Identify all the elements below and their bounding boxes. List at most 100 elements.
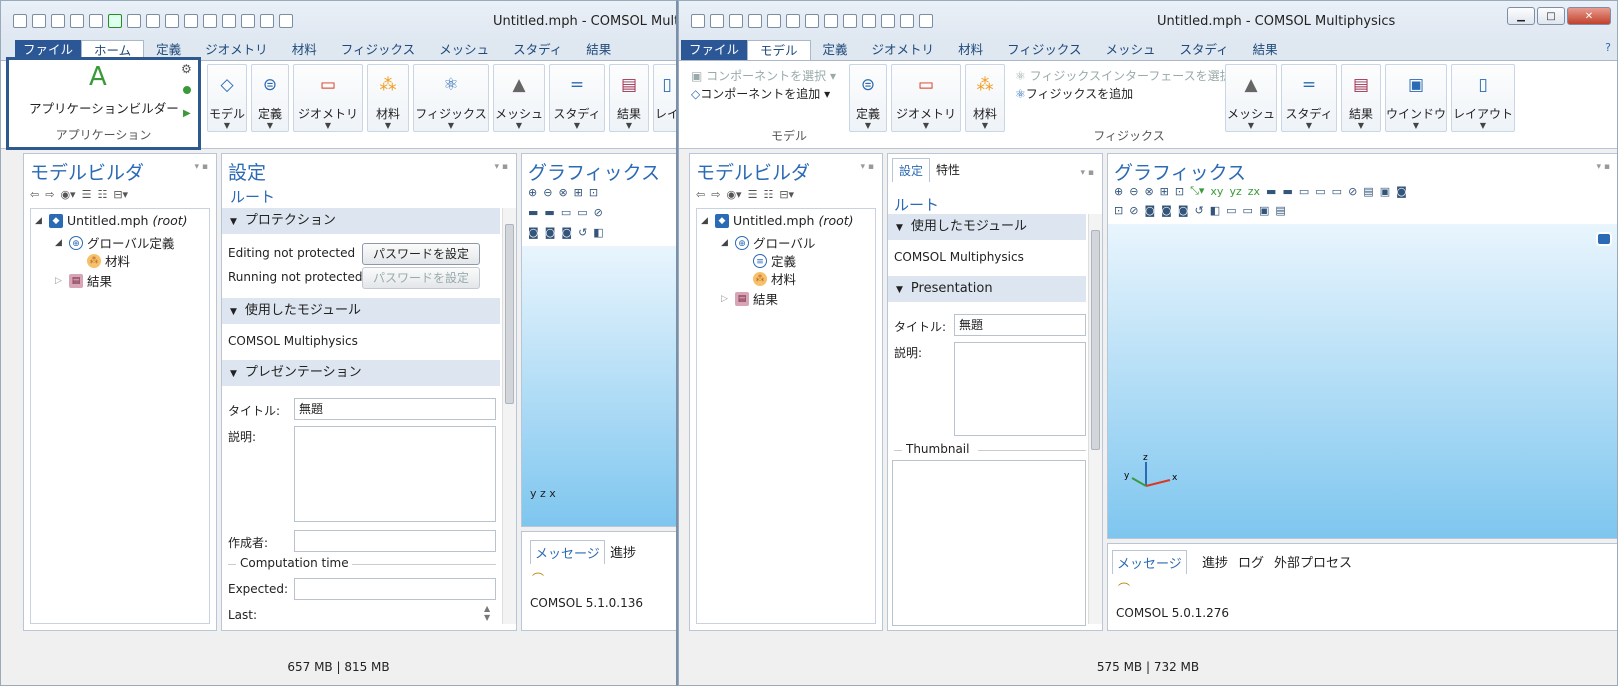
view-icon[interactable]: ▭ xyxy=(1226,204,1236,217)
paste-icon[interactable] xyxy=(843,14,857,28)
tab-file[interactable]: ファイル xyxy=(681,40,748,60)
pin-icon[interactable]: ▾ ▪ xyxy=(1597,162,1610,172)
tab-study[interactable]: スタディ xyxy=(501,40,574,60)
zoom-out-icon[interactable]: ⊖ xyxy=(1129,185,1138,198)
redo-icon[interactable] xyxy=(805,14,819,28)
tab-messages[interactable]: メッセージ xyxy=(1112,550,1187,574)
tab-settings[interactable]: 設定 xyxy=(892,158,931,182)
view-icon[interactable]: ▭ xyxy=(1299,185,1309,198)
tab-geometry[interactable]: ジオメトリ xyxy=(193,40,280,60)
paste-icon[interactable] xyxy=(184,14,198,28)
expand-icon[interactable]: ☷ xyxy=(97,188,107,201)
forward-icon[interactable]: ⇨ xyxy=(45,188,54,201)
view-toggle-icon[interactable]: ◧ xyxy=(593,226,603,239)
materials-button[interactable]: ⁂ 材料 ▼ xyxy=(367,64,409,132)
mesh-button[interactable]: ▲ メッシュ ▼ xyxy=(493,64,545,132)
print-icon[interactable]: ▤ xyxy=(1363,185,1373,198)
tab-results[interactable]: 結果 xyxy=(574,40,623,60)
open-folder-icon[interactable] xyxy=(51,14,65,28)
tab-properties[interactable]: 特性 xyxy=(936,161,960,178)
hide-icon[interactable]: ⊘ xyxy=(1348,185,1357,198)
view-icon[interactable]: ▬ xyxy=(528,206,538,219)
view-icon[interactable]: ▭ xyxy=(1332,185,1342,198)
materials-button[interactable]: ⁂ 材料 ▼ xyxy=(965,64,1005,132)
tab-progress[interactable]: 進捗 xyxy=(1202,552,1228,571)
scrollbar-thumb[interactable] xyxy=(1091,230,1100,450)
save-as-icon[interactable] xyxy=(767,14,781,28)
expand-icon[interactable]: ☷ xyxy=(763,188,773,201)
run-icon[interactable] xyxy=(108,14,122,28)
tab-messages[interactable]: メッセージ xyxy=(530,540,605,564)
back-icon[interactable]: ⇦ xyxy=(30,188,39,201)
pin-icon[interactable]: ▾ ▪ xyxy=(195,162,208,172)
hide-icon[interactable]: ⊘ xyxy=(1129,204,1138,217)
geometry-button[interactable]: ▭ ジオメトリ ▼ xyxy=(293,64,363,132)
print-icon[interactable]: ▤ xyxy=(1275,204,1285,217)
pin-icon[interactable]: ▾ ▪ xyxy=(861,162,874,172)
tree-materials[interactable]: ⁂ 材料 xyxy=(87,251,130,270)
collapse-icon[interactable]: ☰ xyxy=(82,188,92,201)
clear-icon[interactable] xyxy=(919,14,933,28)
view-indicator-icon[interactable] xyxy=(1596,232,1612,246)
zoom-out-icon[interactable]: ⊖ xyxy=(543,186,552,199)
scene-icon[interactable]: ◙ xyxy=(561,226,572,239)
tree-root[interactable]: ◢ ◆ Untitled.mph (root) xyxy=(35,213,188,228)
add-component-button[interactable]: ◇コンポーネントを追加 ▾ xyxy=(691,85,830,102)
tab-external-processes[interactable]: 外部プロセス xyxy=(1274,552,1352,571)
zoom-box-icon[interactable]: ⊗ xyxy=(1144,185,1153,198)
settings-scrollbar[interactable] xyxy=(502,208,516,624)
view-icon[interactable]: ▭ xyxy=(561,206,571,219)
undo-icon[interactable] xyxy=(127,14,141,28)
select-icon[interactable] xyxy=(241,14,255,28)
tab-materials[interactable]: 材料 xyxy=(280,40,329,60)
spin-arrows-icon[interactable]: ▲ ▼ xyxy=(484,604,490,622)
undo-icon[interactable] xyxy=(786,14,800,28)
tree-results[interactable]: ▷ ▤ 結果 xyxy=(721,289,778,308)
application-builder-button[interactable]: アプリケーションビルダー xyxy=(29,98,179,117)
tab-mesh[interactable]: メッシュ xyxy=(427,40,501,60)
view-toggle-icon[interactable]: ◧ xyxy=(1210,204,1220,217)
geometry-button[interactable]: ▭ ジオメトリ ▼ xyxy=(891,64,961,132)
add-physics-button[interactable]: ⚛フィジックスを追加 xyxy=(1015,85,1133,102)
zoom-icon[interactable] xyxy=(279,14,293,28)
tree-global-definitions[interactable]: ◢ ⊕ グローバル定義 xyxy=(55,233,174,252)
app-icon[interactable] xyxy=(13,14,27,28)
show-icon[interactable]: ◉▾ xyxy=(726,188,741,201)
expected-input[interactable] xyxy=(294,578,496,600)
duplicate-icon[interactable] xyxy=(203,14,217,28)
layout-button[interactable]: ▯ レイアウト ▼ xyxy=(1451,64,1515,132)
redo-icon[interactable] xyxy=(146,14,160,28)
title-input[interactable]: 無題 xyxy=(294,398,496,420)
study-button[interactable]: = スタディ ▼ xyxy=(549,64,605,132)
set-running-password-button[interactable]: パスワードを設定 xyxy=(362,267,480,289)
results-button[interactable]: ▤ 結果 ▼ xyxy=(609,64,649,132)
tree-results[interactable]: ▷ ▤ 結果 xyxy=(55,271,112,290)
save-icon[interactable] xyxy=(748,14,762,28)
view-icon[interactable]: ▬ xyxy=(544,206,554,219)
scene-icon[interactable]: ◙ xyxy=(1161,204,1172,217)
section-modules[interactable]: ▼ 使用したモジュール xyxy=(222,298,500,324)
scene-icon[interactable]: ◙ xyxy=(1178,204,1189,217)
definitions-button[interactable]: ⊜ 定義 ▼ xyxy=(251,64,289,132)
clear-icon[interactable] xyxy=(260,14,274,28)
zoom-selected-icon[interactable]: ⊞ xyxy=(574,186,583,199)
description-input[interactable] xyxy=(954,342,1086,436)
help-icon[interactable]: ? xyxy=(1605,41,1611,54)
scene-icon[interactable]: ◙ xyxy=(528,226,539,239)
zoom-extents-icon[interactable]: ⊡ xyxy=(1175,185,1184,198)
title-input[interactable]: 無題 xyxy=(954,314,1086,336)
delete-icon[interactable] xyxy=(881,14,895,28)
hide-icon[interactable]: ⊘ xyxy=(594,206,603,219)
tree-root[interactable]: ◢ ◆ Untitled.mph (root) xyxy=(701,213,854,228)
zoom-box-icon[interactable]: ⊗ xyxy=(558,186,567,199)
duplicate-icon[interactable] xyxy=(862,14,876,28)
view-icon[interactable]: ▬ xyxy=(1282,185,1292,198)
author-input[interactable] xyxy=(294,530,496,552)
new-file-icon[interactable] xyxy=(710,14,724,28)
description-input[interactable] xyxy=(294,426,496,522)
broom-icon[interactable]: ⌒ xyxy=(1118,580,1130,597)
reset-icon[interactable]: ↺ xyxy=(578,226,587,239)
back-icon[interactable]: ⇦ xyxy=(696,188,705,201)
tab-results[interactable]: 結果 xyxy=(1241,40,1290,60)
delete-icon[interactable] xyxy=(222,14,236,28)
